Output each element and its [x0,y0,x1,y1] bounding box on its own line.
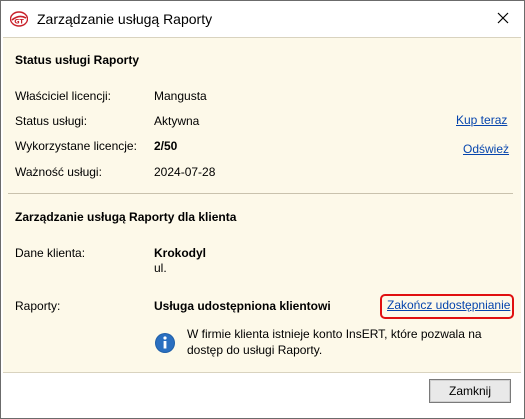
client-street: ul. [154,261,167,275]
validity-label: Ważność usługi: [15,165,102,179]
owner-label: Właściciel licencji: [15,89,112,103]
close-button[interactable]: Zamknij [429,379,511,403]
client-data-label: Dane klienta: [15,246,86,260]
buy-now-link[interactable]: Kup teraz [456,113,507,127]
app-logo-icon: GT [10,11,28,27]
end-sharing-link[interactable]: Zakończ udostępnianie [387,298,510,312]
section-divider [8,193,513,194]
content-panel: Status usługi Raporty Właściciel licencj… [3,37,521,373]
window-title: Zarządzanie usługą Raporty [37,11,213,27]
refresh-link[interactable]: Odśwież [463,142,509,156]
licenses-value: 2/50 [154,139,178,153]
close-window-button[interactable] [486,3,520,33]
dialog-window: GT Zarządzanie usługą Raporty Status usł… [0,0,525,419]
info-message: W firmie klienta istnieje konto InsERT, … [187,327,482,357]
info-icon [155,333,175,353]
service-status-value: Aktywna [154,114,200,128]
status-section-title: Status usługi Raporty [15,53,140,67]
validity-value: 2024-07-28 [154,165,216,179]
client-section-title: Zarządzanie usługą Raporty dla klienta [15,210,237,224]
reports-label: Raporty: [15,299,61,313]
reports-status: Usługa udostępniona klientowi [154,299,331,313]
owner-value: Mangusta [154,89,207,103]
title-bar: GT Zarządzanie usługą Raporty [1,1,524,37]
client-name: Krokodyl [154,246,207,260]
svg-text:GT: GT [14,18,24,26]
close-icon [497,12,509,24]
licenses-label: Wykorzystane licencje: [15,139,137,153]
service-status-label: Status usługi: [15,114,88,128]
